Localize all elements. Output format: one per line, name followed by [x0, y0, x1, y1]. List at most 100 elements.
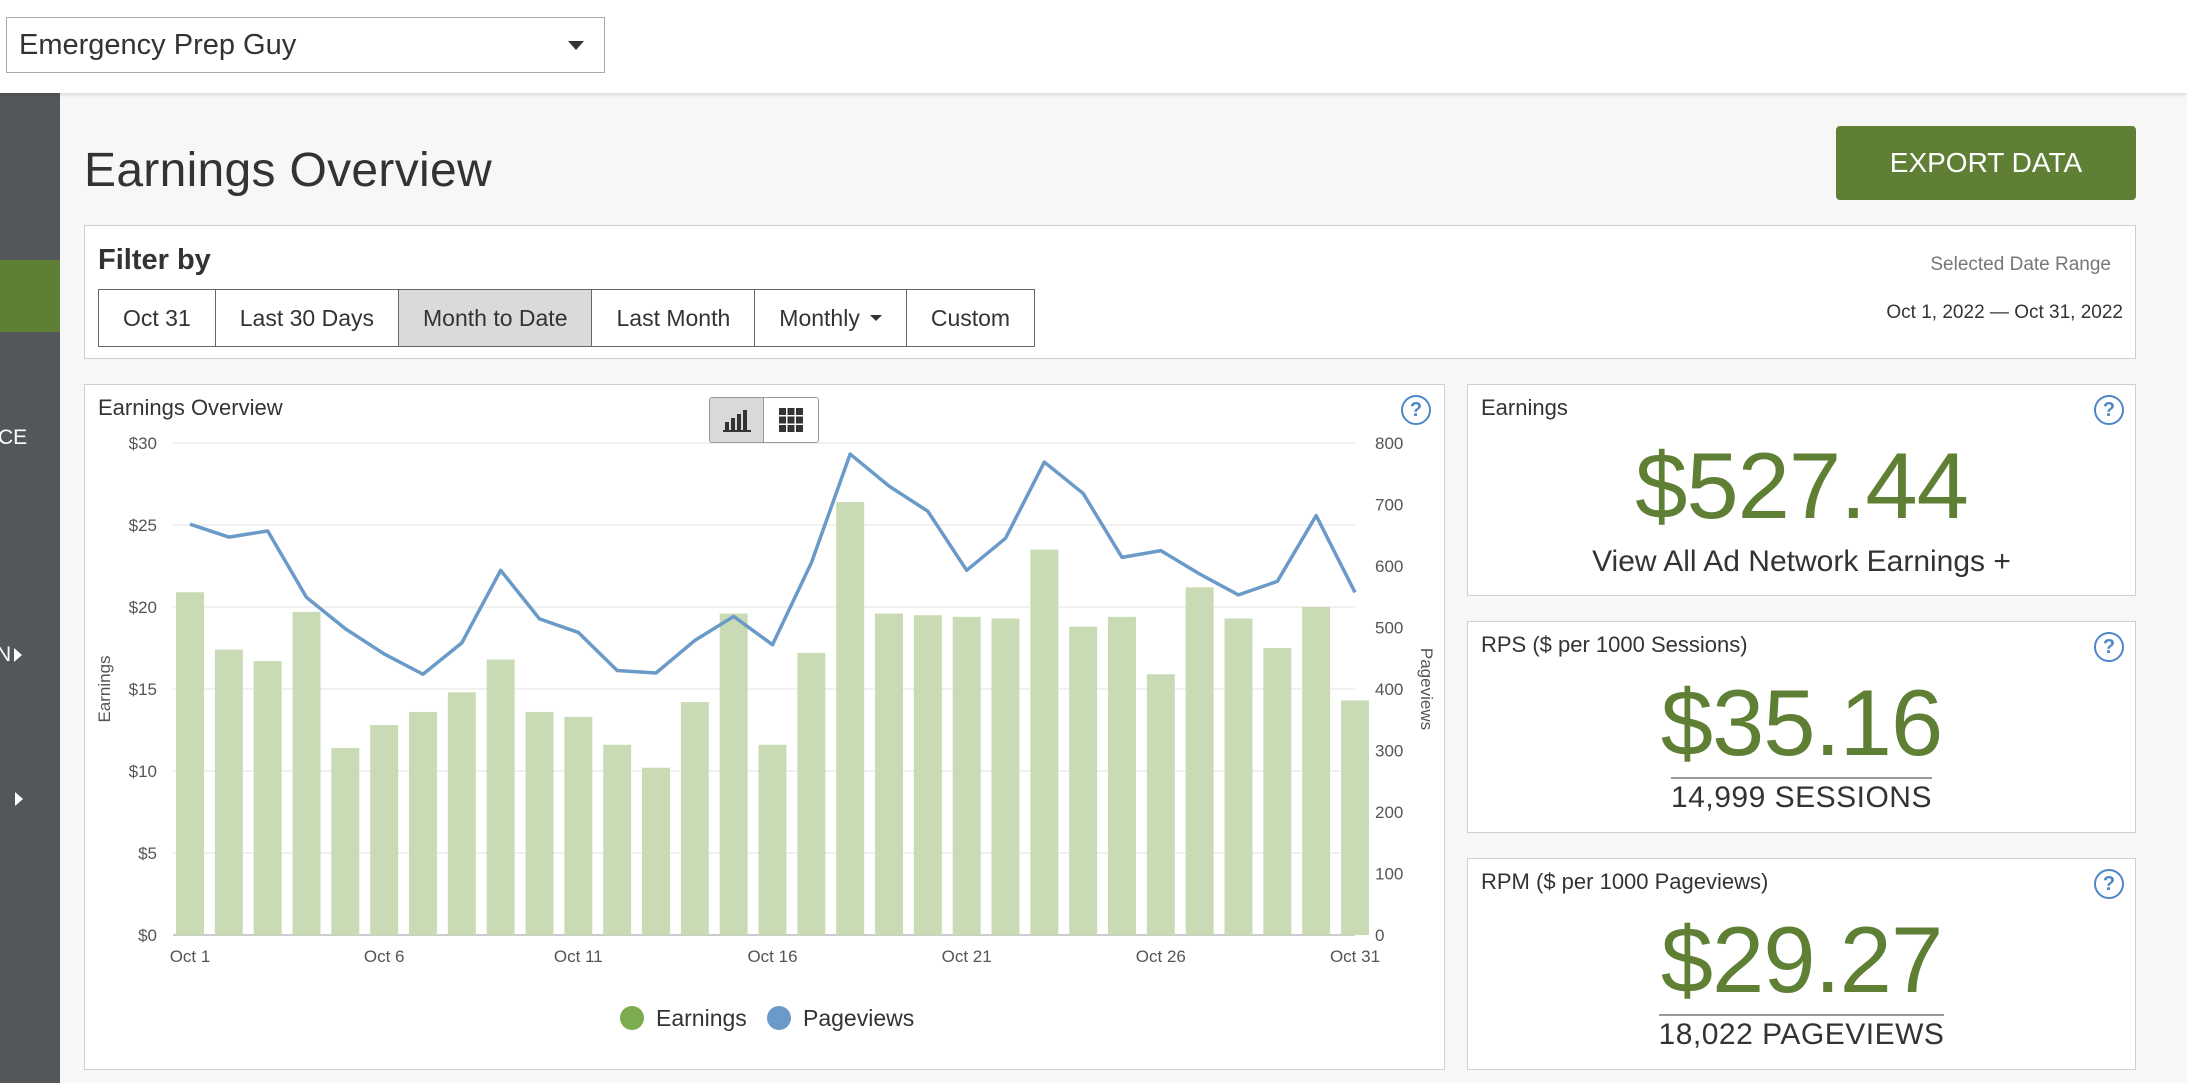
- x-tick-label: Oct 1: [170, 947, 211, 966]
- earnings-bar: [525, 711, 554, 935]
- earnings-bar: [370, 725, 399, 935]
- export-data-button[interactable]: EXPORT DATA: [1836, 126, 2136, 200]
- chevron-right-icon[interactable]: [14, 648, 22, 662]
- date-range-value: Oct 1, 2022 — Oct 31, 2022: [1886, 302, 2123, 323]
- chevron-down-icon: [568, 41, 584, 50]
- earnings-card-title: Earnings: [1481, 395, 1568, 420]
- bar-chart-view-button[interactable]: [710, 398, 764, 442]
- earnings-bar: [991, 618, 1020, 935]
- help-icon[interactable]: ?: [1401, 395, 1431, 425]
- x-tick-label: Oct 11: [554, 947, 603, 966]
- y-left-tick-label: $0: [138, 926, 157, 945]
- y-right-tick-label: 500: [1375, 619, 1403, 638]
- x-tick-label: Oct 16: [747, 947, 797, 966]
- y-left-tick-label: $10: [129, 762, 157, 781]
- earnings-bar: [875, 613, 903, 935]
- site-select-value: Emergency Prep Guy: [19, 28, 297, 61]
- bar-chart-icon: [722, 410, 751, 432]
- earnings-bar: [836, 502, 865, 935]
- filter-panel: Filter by Oct 31 Last 30 Days Month to D…: [84, 225, 2136, 359]
- rps-value: $35.16: [1660, 670, 1944, 775]
- earnings-bar: [797, 652, 826, 935]
- earnings-bar: [176, 592, 204, 935]
- rpm-card-title: RPM ($ per 1000 Pageviews): [1481, 869, 1769, 894]
- filter-custom-button[interactable]: Custom: [906, 290, 1035, 346]
- earnings-value: $527.44: [1635, 433, 1969, 538]
- date-filter-group: Oct 31 Last 30 Days Month to Date Last M…: [98, 289, 1036, 347]
- earnings-bar: [292, 611, 321, 935]
- earnings-chart-panel: $0 $5 $10 $15 $20 $25 $30 0 100 200 300 400 500 600 70…: [84, 384, 1445, 1070]
- top-bar: Emergency Prep Guy: [0, 0, 2187, 93]
- view-all-ad-network-earnings-link[interactable]: View All Ad Network Earnings +: [1468, 545, 2135, 579]
- earnings-bar: [1224, 618, 1253, 935]
- y-right-tick-label: 0: [1375, 926, 1384, 945]
- help-icon[interactable]: ?: [2094, 869, 2124, 899]
- earnings-bar: [564, 716, 593, 935]
- y-right-tick-label: 400: [1375, 680, 1403, 699]
- help-icon[interactable]: ?: [2094, 632, 2124, 662]
- sidebar-item-label[interactable]: CE: [0, 426, 27, 450]
- legend-label: Earnings: [656, 1005, 747, 1031]
- earnings-chart: $0 $5 $10 $15 $20 $25 $30 0 100 200 300 400 500 600 70…: [95, 434, 1436, 1031]
- filter-title: Filter by: [98, 244, 211, 276]
- y-left-tick-label: $30: [129, 434, 157, 453]
- y-right-axis-label: Pageviews: [1417, 648, 1436, 730]
- earnings-bar: [1341, 700, 1369, 935]
- y-right-tick-label: 300: [1375, 742, 1403, 761]
- earnings-bar: [253, 661, 282, 935]
- earnings-bar: [214, 649, 243, 935]
- earnings-bar: [642, 767, 670, 935]
- earnings-bar: [719, 613, 748, 935]
- earnings-card: Earnings ? $527.44 View All Ad Network E…: [1467, 384, 2136, 596]
- earnings-bar: [1185, 587, 1214, 935]
- chevron-down-icon: [869, 315, 882, 321]
- earnings-bar: [1302, 607, 1331, 935]
- y-right-tick-label: 700: [1375, 496, 1403, 515]
- sidebar: CE N: [0, 93, 60, 1083]
- filter-monthly-dropdown[interactable]: Monthly: [755, 290, 907, 346]
- date-range-label: Selected Date Range: [1930, 254, 2111, 275]
- filter-last-30-days-button[interactable]: Last 30 Days: [215, 290, 400, 346]
- earnings-bar: [1108, 616, 1136, 935]
- earnings-bar: [486, 659, 515, 935]
- x-tick-label: Oct 6: [364, 947, 405, 966]
- rpm-value: $29.27: [1660, 907, 1944, 1012]
- page-title: Earnings Overview: [84, 144, 492, 197]
- chevron-right-icon[interactable]: [15, 792, 23, 806]
- y-left-tick-label: $25: [129, 516, 157, 535]
- y-right-tick-label: 100: [1375, 865, 1403, 884]
- chart-title: Earnings Overview: [98, 395, 283, 420]
- earnings-bar: [952, 616, 981, 935]
- rps-card-title: RPS ($ per 1000 Sessions): [1481, 632, 1748, 657]
- sidebar-item-label[interactable]: N: [0, 643, 11, 667]
- y-right-tick-label: 200: [1375, 803, 1403, 822]
- rpm-sub-wrap: 18,022 PAGEVIEWS: [1468, 1014, 2135, 1052]
- earnings-bar: [409, 711, 437, 935]
- y-left-tick-label: $20: [129, 598, 157, 617]
- sidebar-item-active[interactable]: [0, 260, 60, 332]
- earnings-bar: [331, 748, 360, 935]
- chart-view-toggle: [709, 397, 819, 443]
- earnings-bar: [1263, 648, 1292, 935]
- rpm-card: RPM ($ per 1000 Pageviews) ? $29.27 18,0…: [1467, 858, 2136, 1070]
- filter-month-to-date-button[interactable]: Month to Date: [399, 290, 593, 346]
- earnings-bar: [1146, 674, 1175, 935]
- grid-icon: [779, 408, 803, 432]
- help-icon[interactable]: ?: [2094, 395, 2124, 425]
- earnings-bar: [680, 702, 709, 935]
- y-right-tick-label: 800: [1375, 434, 1403, 453]
- earnings-bar: [603, 744, 632, 935]
- rps-card: RPS ($ per 1000 Sessions) ? $35.16 14,99…: [1467, 621, 2136, 833]
- filter-oct31-button[interactable]: Oct 31: [99, 290, 216, 346]
- table-view-button[interactable]: [764, 398, 818, 442]
- earnings-bar: [913, 615, 942, 935]
- site-select-dropdown[interactable]: Emergency Prep Guy: [6, 17, 605, 73]
- legend-label: Pageviews: [803, 1005, 914, 1031]
- x-tick-label: Oct 31: [1330, 947, 1380, 966]
- x-tick-label: Oct 21: [942, 947, 992, 966]
- x-tick-label: Oct 26: [1136, 947, 1186, 966]
- pageviews-count: 18,022 PAGEVIEWS: [1658, 1014, 1945, 1052]
- filter-last-month-button[interactable]: Last Month: [592, 290, 756, 346]
- pageviews-line: [189, 452, 1357, 676]
- rps-sub-wrap: 14,999 SESSIONS: [1468, 777, 2135, 815]
